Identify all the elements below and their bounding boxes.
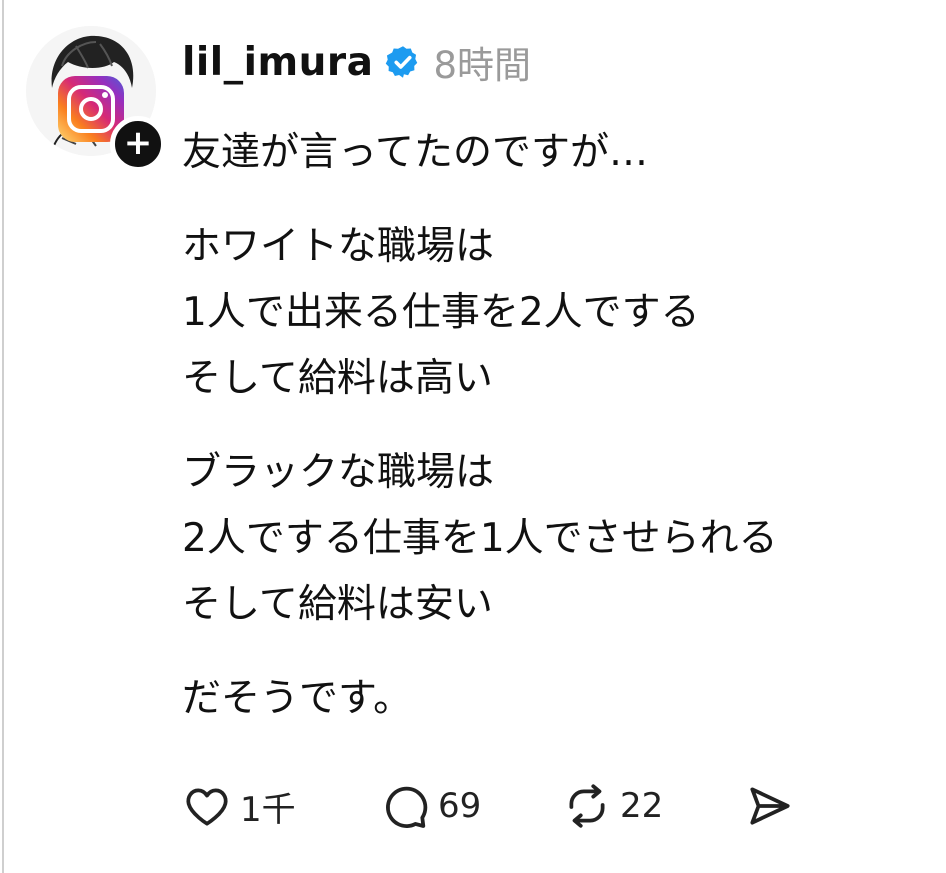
heart-icon [186,788,228,826]
post-header: lil_imura 8時間 [182,34,531,90]
post-text: 友達が言ってたのですが… ホワイトな職場は 1人で出来る仕事を2人でする そして… [182,120,922,732]
post-paragraph: 友達が言ってたのですが… [182,130,649,175]
follow-plus-button[interactable]: + [110,116,166,172]
post-time: 8時間 [433,44,531,87]
reply-count: 69 [438,786,482,826]
verified-badge-icon [386,46,418,78]
comment-icon [386,786,428,828]
repost-icon [569,784,605,828]
author-avatar-area[interactable]: + [26,26,166,172]
username[interactable]: lil_imura [182,40,373,85]
send-icon [750,787,790,825]
plus-icon: + [123,123,153,163]
post-paragraph: だそうです。 [182,676,413,721]
like-button[interactable]: 1千 [182,781,380,831]
post-paragraph: ブラックな職場は 2人でする仕事を1人でさせられる そして給料は安い [182,450,778,627]
post-actions-bar: 1千 69 22 [182,776,882,836]
repost-count: 22 [620,786,664,826]
post-paragraph: ホワイトな職場は 1人で出来る仕事を2人でする そして給料は高い [182,224,700,401]
left-border [2,0,4,873]
share-button[interactable] [745,781,795,831]
repost-button[interactable]: 22 [562,781,745,831]
like-count: 1千 [240,789,296,830]
reply-button[interactable]: 69 [380,781,562,831]
